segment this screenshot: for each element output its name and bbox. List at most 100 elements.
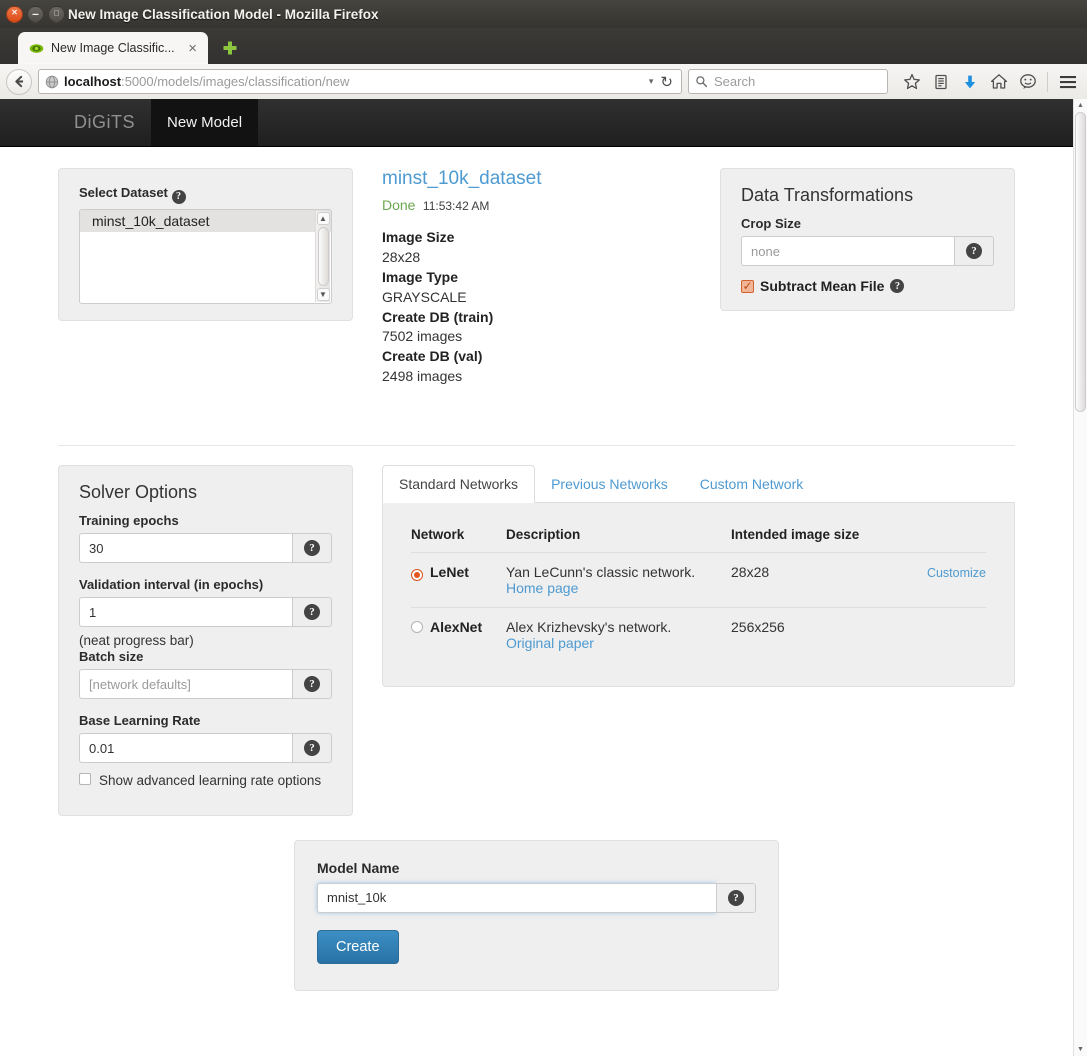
crop-size-input-group: ? (741, 236, 994, 266)
validation-interval-help-addon[interactable]: ? (292, 597, 332, 627)
radio-alexnet[interactable] (411, 621, 423, 633)
hamburger-menu-icon[interactable] (1058, 72, 1077, 91)
chat-bubble-icon[interactable] (1018, 72, 1037, 91)
model-name-input-group: ? (317, 882, 756, 913)
table-row[interactable]: AlexNet Alex Krizhevsky's network. Origi… (411, 608, 986, 663)
minimize-icon: – (32, 6, 39, 21)
tab-previous-networks[interactable]: Previous Networks (535, 466, 684, 502)
subtract-mean-file-row[interactable]: ✓ Subtract Mean File ? (741, 278, 994, 294)
validation-interval-field: Validation interval (in epochs) ? (79, 577, 332, 627)
show-advanced-options-row[interactable]: Show advanced learning rate options (79, 771, 332, 791)
bookmark-star-icon[interactable] (902, 72, 921, 91)
tab-close-icon[interactable]: × (185, 41, 200, 56)
help-icon[interactable]: ? (304, 604, 320, 620)
network-cell-alexnet[interactable]: AlexNet (411, 608, 506, 663)
help-icon[interactable]: ? (304, 740, 320, 756)
home-page-link[interactable]: Home page (506, 580, 578, 596)
validation-interval-input[interactable] (79, 597, 292, 627)
help-icon[interactable]: ? (966, 243, 982, 259)
field-value: 2498 images (382, 368, 463, 385)
help-icon[interactable]: ? (728, 889, 744, 906)
network-name: AlexNet (430, 619, 483, 635)
original-paper-link[interactable]: Original paper (506, 635, 594, 651)
url-text: localhost:5000/models/images/classificat… (64, 74, 647, 89)
scroll-up-icon[interactable]: ▲ (316, 211, 330, 225)
network-description: Yan LeCunn's classic network. (506, 564, 696, 580)
select-dataset-column: Select Dataset ? minst_10k_dataset ▲ ▼ (58, 168, 353, 387)
dataset-listbox[interactable]: minst_10k_dataset ▲ ▼ (79, 208, 332, 304)
scrollbar-thumb[interactable] (1075, 112, 1086, 412)
model-name-help-addon[interactable]: ? (716, 882, 756, 913)
subtract-mean-file-label: Subtract Mean File (760, 278, 885, 294)
batch-size-help-addon[interactable]: ? (292, 669, 332, 699)
toolbar-divider (1047, 71, 1048, 92)
scrollbar-track[interactable] (1074, 112, 1087, 1043)
tab-standard-networks[interactable]: Standard Networks (382, 465, 536, 503)
crop-size-input[interactable] (741, 236, 954, 266)
image-size-cell-alexnet: 256x256 (731, 619, 785, 635)
base-learning-rate-input[interactable] (79, 733, 292, 763)
table-row[interactable]: LeNet Yan LeCunn's classic network. Home… (411, 552, 986, 608)
customize-link[interactable]: Customize (927, 566, 986, 580)
dataset-name-link[interactable]: minst_10k_dataset (382, 168, 720, 190)
page-content: Select Dataset ? minst_10k_dataset ▲ ▼ m… (0, 147, 1073, 991)
network-cell-lenet[interactable]: LeNet (411, 552, 506, 608)
radio-lenet[interactable] (411, 569, 423, 581)
maximize-icon: □ (54, 8, 59, 18)
checkbox-unchecked-icon[interactable] (79, 773, 91, 785)
listbox-scrollbar[interactable]: ▲ ▼ (315, 210, 330, 302)
field-key: Image Type (382, 268, 458, 285)
help-icon[interactable]: ? (890, 279, 905, 293)
new-tab-button[interactable] (217, 35, 243, 61)
base-learning-rate-help-addon[interactable]: ? (292, 733, 332, 763)
search-input[interactable]: Search (688, 69, 888, 94)
network-name: LeNet (430, 564, 469, 580)
batch-size-input[interactable] (79, 669, 292, 699)
window-maximize-button[interactable]: □ (48, 5, 65, 23)
tab-custom-network[interactable]: Custom Network (684, 466, 819, 502)
column-header-actions (916, 517, 986, 553)
scroll-down-icon[interactable]: ▼ (316, 287, 330, 301)
scroll-down-icon[interactable]: ▼ (1074, 1043, 1087, 1056)
url-path: :5000/models/images/classification/new (121, 74, 350, 89)
downloads-arrow-icon[interactable] (960, 72, 979, 91)
page-scrollbar[interactable]: ▲ ▼ (1073, 99, 1087, 1056)
reader-icon[interactable] (931, 72, 950, 91)
model-name-label: Model Name (317, 859, 400, 876)
solver-options-column: Solver Options Training epochs ? (58, 465, 353, 816)
url-bar[interactable]: localhost:5000/models/images/classificat… (38, 69, 682, 94)
nav-tab-new-model[interactable]: New Model (151, 99, 259, 146)
back-button[interactable] (6, 68, 32, 95)
table-header-row: Network Description Intended image size (411, 517, 986, 553)
model-name-input[interactable] (317, 882, 716, 913)
window-close-button[interactable]: × (6, 5, 23, 23)
digits-brand-link[interactable]: DiGiTS (58, 99, 151, 146)
chevron-down-icon[interactable]: ▾ (649, 76, 654, 87)
network-description: Alex Krizhevsky's network. (506, 619, 672, 635)
browser-tab[interactable]: New Image Classific... × (18, 32, 208, 64)
help-icon[interactable]: ? (304, 676, 320, 692)
window-minimize-button[interactable]: – (27, 5, 44, 23)
field-key: Create DB (val) (382, 348, 483, 365)
create-button[interactable]: Create (317, 929, 399, 964)
dataset-info-column: minst_10k_dataset Done 11:53:42 AM Image… (353, 168, 720, 387)
help-icon[interactable]: ? (304, 540, 320, 556)
reload-icon[interactable]: ↻ (660, 73, 673, 91)
show-advanced-options-label: Show advanced learning rate options (99, 773, 322, 788)
help-icon[interactable]: ? (171, 189, 186, 204)
list-item[interactable]: minst_10k_dataset (80, 209, 331, 232)
firefox-window: × – □ New Image Classification Model - M… (0, 0, 1087, 1056)
training-epochs-input[interactable] (79, 533, 292, 563)
field-value: 7502 images (382, 328, 463, 345)
networks-table: Network Description Intended image size … (411, 517, 986, 662)
status-timestamp: 11:53:42 AM (422, 199, 490, 213)
training-epochs-help-addon[interactable]: ? (292, 533, 332, 563)
training-epochs-field: Training epochs ? (79, 513, 332, 563)
digits-navbar: DiGiTS New Model (0, 99, 1073, 147)
scrollbar-thumb[interactable] (317, 226, 329, 286)
checkbox-checked-icon[interactable]: ✓ (741, 279, 754, 293)
scroll-up-icon[interactable]: ▲ (1074, 99, 1087, 112)
home-icon[interactable] (989, 72, 1008, 91)
solver-options-panel: Solver Options Training epochs ? (58, 465, 353, 816)
crop-size-help-addon[interactable]: ? (954, 236, 994, 266)
